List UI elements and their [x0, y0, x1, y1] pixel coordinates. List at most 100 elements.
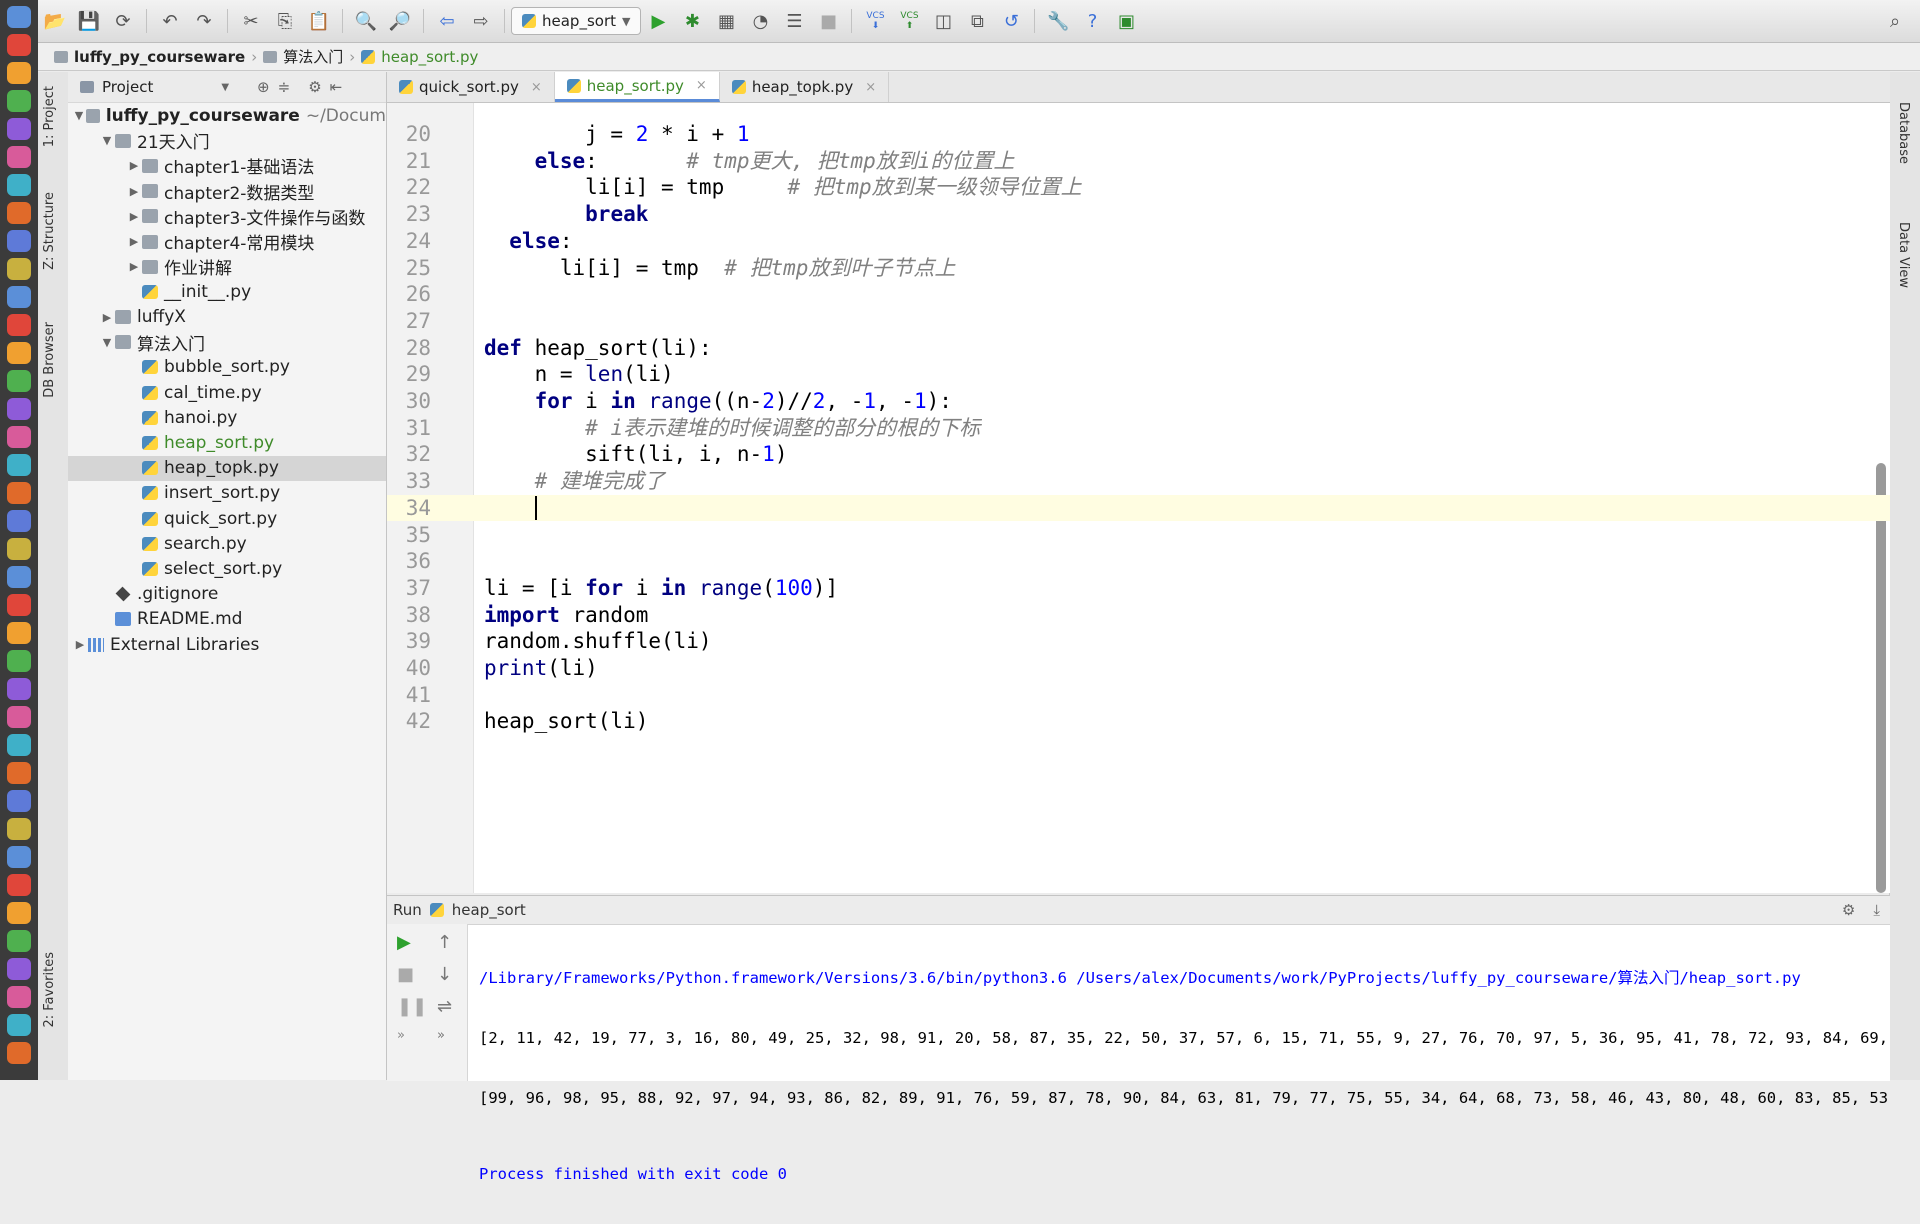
- more-icon[interactable]: »: [397, 1028, 421, 1052]
- copy-icon[interactable]: ⎘: [270, 6, 300, 36]
- forward-icon[interactable]: ⇨: [466, 6, 496, 36]
- dock-app-icon[interactable]: [7, 34, 31, 56]
- dock-app-icon[interactable]: [7, 118, 31, 140]
- help-icon[interactable]: ?: [1077, 6, 1107, 36]
- tree-item[interactable]: ▼ 21天入门: [68, 128, 386, 153]
- paste-icon[interactable]: 📋: [304, 6, 334, 36]
- project-view-select[interactable]: Project: [102, 78, 153, 96]
- dock-app-icon[interactable]: [7, 202, 31, 224]
- code-line[interactable]: 32 sift(li, i, n-1): [387, 441, 1890, 468]
- tree-item[interactable]: heap_sort.py: [68, 430, 386, 455]
- vcs-history-icon[interactable]: ◫: [928, 6, 958, 36]
- soft-wrap-icon[interactable]: ⇌: [437, 996, 461, 1020]
- tree-item[interactable]: ▼ 算法入门: [68, 330, 386, 355]
- code-line[interactable]: 25 li[i] = tmp # 把tmp放到叶子节点上: [387, 255, 1890, 282]
- code-line[interactable]: 29 n = len(li): [387, 361, 1890, 388]
- tree-item[interactable]: ▶ 作业讲解: [68, 254, 386, 279]
- concurrency-icon[interactable]: ☰: [779, 6, 809, 36]
- project-structure-icon[interactable]: ▣: [1111, 6, 1141, 36]
- expand-arrow-icon[interactable]: ▼: [72, 109, 86, 122]
- editor-tab[interactable]: heap_sort.py ×: [554, 72, 720, 102]
- console-output[interactable]: /Library/Frameworks/Python.framework/Ver…: [479, 928, 1890, 1224]
- breadcrumb-folder[interactable]: 算法入门: [257, 46, 349, 67]
- undo-icon[interactable]: ↶: [155, 6, 185, 36]
- tab-favorites[interactable]: 2: Favorites: [42, 952, 57, 1028]
- code-line[interactable]: 20 j = 2 * i + 1: [387, 121, 1890, 148]
- code-line[interactable]: 42 heap_sort(li): [387, 708, 1890, 735]
- tree-root[interactable]: ▼ luffy_py_courseware ~/Docum: [68, 103, 386, 128]
- tree-item[interactable]: ▶ luffyX: [68, 305, 386, 330]
- tree-item[interactable]: heap_topk.py: [68, 455, 386, 481]
- dock-app-icon[interactable]: [7, 286, 31, 308]
- tab-data-view[interactable]: Data View: [1896, 222, 1911, 288]
- gear-icon[interactable]: ⚙: [308, 78, 321, 96]
- code-line[interactable]: 28 def heap_sort(li):: [387, 335, 1890, 362]
- code-line[interactable]: 40 print(li): [387, 655, 1890, 682]
- gear-icon[interactable]: ⚙: [1842, 901, 1855, 919]
- run-configuration-select[interactable]: heap_sort ▼: [511, 7, 642, 35]
- dock-app-icon[interactable]: [7, 986, 31, 1008]
- dock-app-icon[interactable]: [7, 510, 31, 532]
- vcs-update-icon[interactable]: VCS ⬇: [860, 6, 890, 36]
- dock-app-icon[interactable]: [7, 314, 31, 336]
- more-icon[interactable]: »: [437, 1028, 461, 1052]
- open-folder-icon[interactable]: 📂: [40, 6, 70, 36]
- expand-arrow-icon[interactable]: ▶: [72, 638, 88, 651]
- redo-icon[interactable]: ↷: [189, 6, 219, 36]
- dock-app-icon[interactable]: [7, 370, 31, 392]
- dock-app-icon[interactable]: [7, 622, 31, 644]
- replace-icon[interactable]: 🔎: [385, 6, 415, 36]
- code-line[interactable]: 26: [387, 281, 1890, 308]
- code-line[interactable]: 37 li = [i for i in range(100)]: [387, 575, 1890, 602]
- find-icon[interactable]: 🔍: [351, 6, 381, 36]
- collapse-all-icon[interactable]: ≑: [278, 78, 291, 96]
- dock-app-icon[interactable]: [7, 818, 31, 840]
- expand-arrow-icon[interactable]: ▶: [126, 210, 142, 223]
- arrow-up-icon[interactable]: ↑: [437, 932, 461, 956]
- expand-arrow-icon[interactable]: ▶: [126, 185, 142, 198]
- profile-icon[interactable]: ◔: [745, 6, 775, 36]
- revert-icon[interactable]: ↺: [996, 6, 1026, 36]
- tab-structure[interactable]: Z: Structure: [42, 192, 57, 270]
- tree-item[interactable]: select_sort.py: [68, 556, 386, 581]
- code-line[interactable]: 39 random.shuffle(li): [387, 628, 1890, 655]
- dock-app-icon[interactable]: [7, 678, 31, 700]
- search-everywhere-icon[interactable]: ⌕: [1880, 6, 1910, 36]
- stop-icon[interactable]: ■: [397, 964, 421, 988]
- expand-arrow-icon[interactable]: ▶: [99, 311, 115, 324]
- rerun-icon[interactable]: ▶: [397, 932, 421, 956]
- tree-item[interactable]: ▶ chapter3-文件操作与函数: [68, 204, 386, 229]
- dock-app-icon[interactable]: [7, 790, 31, 812]
- dock-app-icon[interactable]: [7, 398, 31, 420]
- dock-app-icon[interactable]: [7, 6, 31, 28]
- tree-item[interactable]: hanoi.py: [68, 405, 386, 430]
- tree-item[interactable]: ▶ chapter4-常用模块: [68, 229, 386, 254]
- code-editor[interactable]: 20 j = 2 * i + 1 21 else: # tmp更大, 把tmp放到…: [387, 103, 1890, 893]
- dock-app-icon[interactable]: [7, 706, 31, 728]
- dock-app-icon[interactable]: [7, 342, 31, 364]
- tab-database[interactable]: Database: [1896, 102, 1911, 164]
- dock-app-icon[interactable]: [7, 846, 31, 868]
- dock-app-icon[interactable]: [7, 762, 31, 784]
- arrow-down-icon[interactable]: ↓: [437, 964, 461, 988]
- close-icon[interactable]: ×: [696, 78, 707, 93]
- debug-icon[interactable]: ✱: [677, 6, 707, 36]
- dock-app-icon[interactable]: [7, 734, 31, 756]
- dock-app-icon[interactable]: [7, 1042, 31, 1064]
- breadcrumb-file[interactable]: heap_sort.py: [355, 48, 484, 66]
- tree-item[interactable]: __init__.py: [68, 279, 386, 304]
- locate-icon[interactable]: ⊕: [257, 78, 270, 96]
- tab-db-browser[interactable]: DB Browser: [42, 322, 57, 398]
- run-tab-label[interactable]: heap_sort: [452, 901, 526, 919]
- dock-app-icon[interactable]: [7, 174, 31, 196]
- stop-icon[interactable]: ■: [813, 6, 843, 36]
- dock-app-icon[interactable]: [7, 594, 31, 616]
- hide-panel-icon[interactable]: ⤓: [1873, 901, 1880, 919]
- tree-item[interactable]: bubble_sort.py: [68, 355, 386, 380]
- dock-app-icon[interactable]: [7, 930, 31, 952]
- expand-arrow-icon[interactable]: ▼: [99, 134, 115, 147]
- coverage-icon[interactable]: ▦: [711, 6, 741, 36]
- editor-tab[interactable]: quick_sort.py ×: [387, 72, 555, 102]
- code-line[interactable]: 23 break: [387, 201, 1890, 228]
- expand-arrow-icon[interactable]: ▶: [126, 235, 142, 248]
